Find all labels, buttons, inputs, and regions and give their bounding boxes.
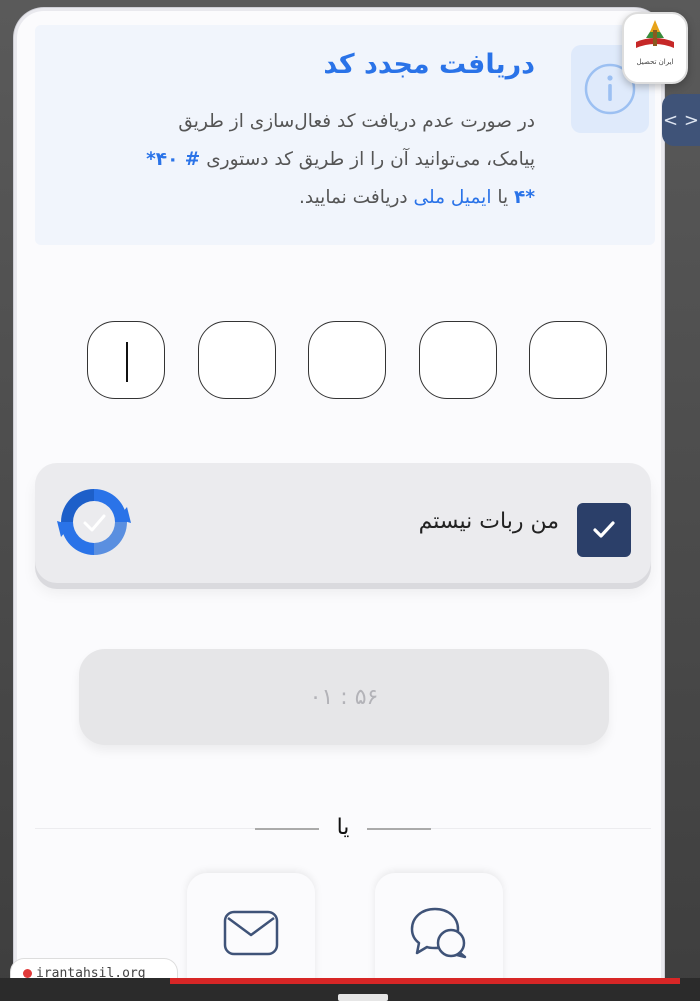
desc-line-3: *۴ یا ایمیل ملی دریافت نمایید. xyxy=(17,179,535,217)
or-divider: یا xyxy=(35,811,651,851)
desc-line-2-text: پیامک، می‌توانید آن را از طریق کد دستوری xyxy=(206,149,535,170)
recaptcha-widget: من ربات نیستم xyxy=(35,463,651,583)
desc-line-1: در صورت عدم دریافت کد فعال‌سازی از طریق xyxy=(178,111,535,132)
divider-line-right-accent xyxy=(367,828,431,830)
resend-info-card: دریافت مجدد کد در صورت عدم دریافت کد فعا… xyxy=(35,25,655,245)
checkmark-icon xyxy=(593,521,615,538)
resend-description: در صورت عدم دریافت کد فعال‌سازی از طریق … xyxy=(17,103,535,217)
email-option-button[interactable] xyxy=(187,873,315,980)
national-email-link[interactable]: ایمیل ملی xyxy=(414,187,492,208)
verification-sheet: دریافت مجدد کد در صورت عدم دریافت کد فعا… xyxy=(14,8,664,983)
otp-input-row xyxy=(87,321,607,401)
ussd-code: *۴۰ # xyxy=(146,149,201,170)
divider-line-left-accent xyxy=(255,828,319,830)
site-logo: ایران تحصیل xyxy=(622,12,688,84)
recaptcha-label: من ربات نیستم xyxy=(418,509,559,534)
resend-timer-button[interactable]: ۰۱ : ۵۶ xyxy=(79,649,609,745)
desc-line-2: پیامک، می‌توانید آن را از طریق کد دستوری… xyxy=(17,141,535,179)
recaptcha-logo-icon xyxy=(57,489,131,555)
home-indicator[interactable] xyxy=(338,994,388,1001)
logo-text: ایران تحصیل xyxy=(636,58,674,66)
progress-line xyxy=(170,978,680,984)
envelope-icon xyxy=(223,910,279,956)
recaptcha-checkbox[interactable] xyxy=(577,503,631,557)
otp-digit-3[interactable] xyxy=(308,321,386,399)
side-toggle-tab[interactable]: < > xyxy=(662,94,700,146)
ussd-code-end: *۴ xyxy=(514,187,535,208)
chat-bubbles-icon xyxy=(410,907,467,959)
otp-digit-2[interactable] xyxy=(197,321,276,399)
otp-digit-1[interactable] xyxy=(87,321,165,399)
or-text: یا xyxy=(336,815,350,840)
resend-title: دریافت مجدد کد xyxy=(323,49,535,80)
message-option-button[interactable] xyxy=(375,873,503,980)
otp-digit-4[interactable] xyxy=(418,321,497,399)
bottom-system-bar xyxy=(0,978,700,1001)
watermark-dot-icon xyxy=(23,969,32,978)
desc-or-text: یا xyxy=(491,187,515,208)
logo-emblem-icon xyxy=(636,20,674,48)
text-caret xyxy=(126,342,128,382)
desc-end-text: دریافت نمایید. xyxy=(299,187,414,208)
otp-digit-5[interactable] xyxy=(529,321,607,399)
